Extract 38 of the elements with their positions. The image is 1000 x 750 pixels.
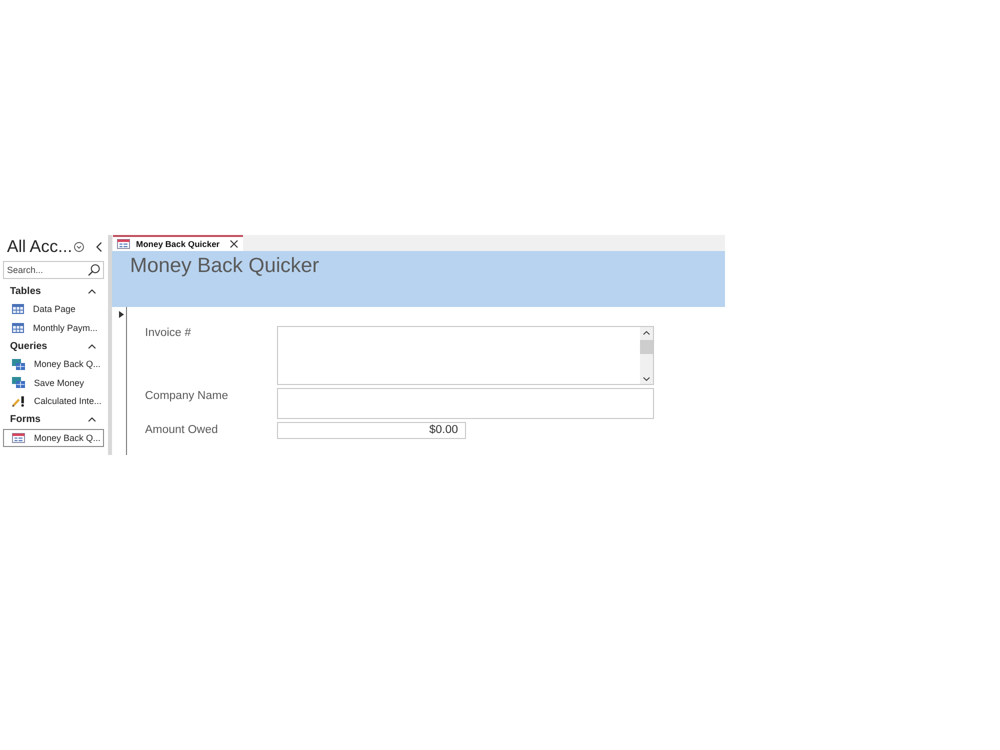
vertical-scrollbar[interactable]	[640, 327, 653, 384]
chevron-up-icon[interactable]	[88, 417, 96, 422]
pencil-exclamation-icon	[12, 396, 25, 407]
form-icon	[117, 239, 130, 249]
table-icon	[12, 304, 24, 314]
nav-item[interactable]: Monthly Paym...	[3, 318, 104, 337]
stacked-tables-icon	[12, 377, 25, 388]
form-title: Money Back Quicker	[130, 254, 320, 277]
group-header[interactable]: Tables	[0, 282, 108, 300]
field-label: Invoice #	[145, 326, 192, 340]
triangle-right-icon[interactable]	[119, 311, 124, 318]
stacked-tables-icon	[12, 358, 25, 370]
nav-item[interactable]: Money Back Q...	[3, 428, 104, 447]
chevron-down-icon[interactable]	[643, 377, 650, 381]
chevron-left-icon[interactable]	[96, 242, 102, 252]
chevron-up-icon[interactable]	[643, 331, 650, 335]
currency-field[interactable]: $0.00	[277, 422, 466, 439]
table-icon	[12, 322, 24, 333]
group-header[interactable]: Forms	[0, 410, 108, 428]
field-label: Company Name	[145, 389, 228, 403]
close-icon[interactable]	[230, 240, 238, 248]
scrollbar-thumb[interactable]	[640, 340, 653, 354]
nav-item[interactable]: Data Page	[3, 300, 104, 318]
search-icon[interactable]	[88, 264, 100, 276]
dropdown-icon[interactable]	[74, 242, 84, 252]
nav-item[interactable]: Calculated Inte...	[3, 392, 104, 410]
form-icon	[12, 432, 25, 443]
field-label: Amount Owed	[145, 423, 218, 437]
text-field[interactable]	[277, 388, 654, 419]
group-header[interactable]: Queries	[0, 337, 108, 355]
nav-item[interactable]: Money Back Q...	[3, 355, 104, 374]
chevron-up-icon[interactable]	[88, 288, 96, 294]
document-tab[interactable]: Money Back Quicker	[113, 235, 243, 251]
nav-item[interactable]: Save Money	[3, 374, 104, 392]
chevron-up-icon[interactable]	[88, 344, 96, 348]
search-field[interactable]: Search...	[3, 261, 104, 279]
memo-field[interactable]	[277, 326, 654, 385]
navigation-pane-title[interactable]: All Acc...	[7, 236, 72, 256]
